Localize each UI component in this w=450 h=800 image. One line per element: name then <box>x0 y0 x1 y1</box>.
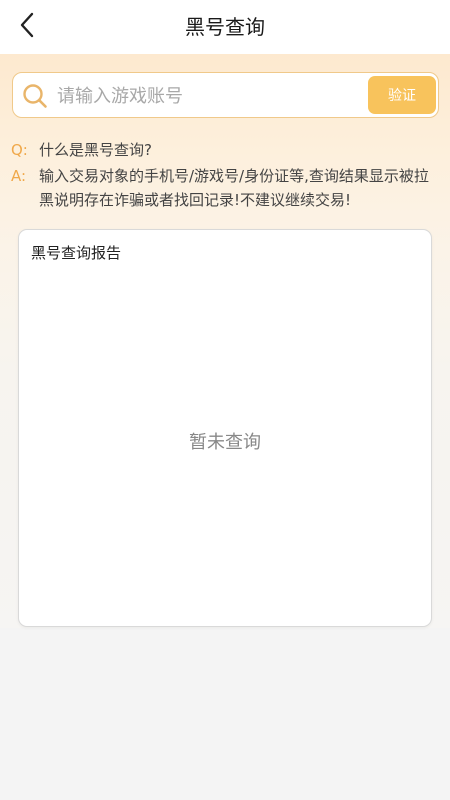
faq-answer: 输入交易对象的手机号/游戏号/身份证等,查询结果显示被拉黑说明存在诈骗或者找回记… <box>39 167 429 209</box>
search-input[interactable] <box>57 77 367 115</box>
page-title: 黑号查询 <box>185 15 265 39</box>
faq-answer-row: A: 输入交易对象的手机号/游戏号/身份证等,查询结果显示被拉黑说明存在诈骗或者… <box>11 164 439 212</box>
search-icon <box>21 82 49 110</box>
top-navigation-bar: 黑号查询 <box>0 0 450 54</box>
search-box: 验证 <box>12 72 439 118</box>
report-card: 黑号查询报告 暂未查询 <box>18 229 432 627</box>
faq-section: Q: 什么是黑号查询? A: 输入交易对象的手机号/游戏号/身份证等,查询结果显… <box>11 138 439 212</box>
faq-a-prefix: A: <box>11 167 27 185</box>
report-empty-state: 暂未查询 <box>189 432 261 453</box>
faq-q-prefix: Q: <box>11 141 28 159</box>
report-title: 黑号查询报告 <box>31 244 122 262</box>
faq-question: 什么是黑号查询? <box>39 141 152 159</box>
verify-button[interactable]: 验证 <box>368 76 436 114</box>
faq-question-row: Q: 什么是黑号查询? <box>11 138 439 162</box>
page: 黑号查询 验证 Q: 什么是黑号查询? A: 输入交易对象的手机号/游戏号/身份… <box>0 0 450 800</box>
